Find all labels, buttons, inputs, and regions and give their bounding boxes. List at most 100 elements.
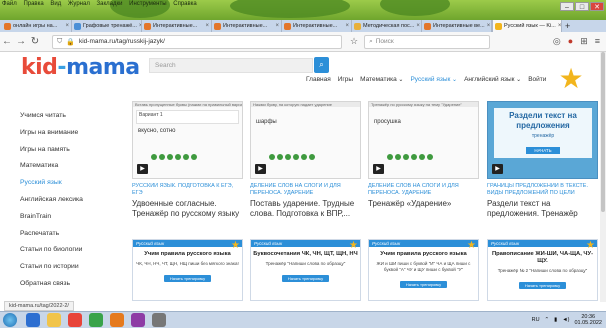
- sidebar-item[interactable]: Статьи по биологии: [20, 242, 116, 259]
- browser-search-field[interactable]: ⌕ Поиск: [364, 34, 491, 49]
- close-tab-icon[interactable]: ×: [275, 20, 279, 32]
- bookmark-star-icon[interactable]: ☆: [350, 36, 358, 47]
- exercise-card-preview[interactable]: Русский язык ★ Правописание ЖИ-ШИ, ЧА-ЩА…: [487, 239, 598, 301]
- menu-item[interactable]: Инструменты: [129, 1, 166, 7]
- nav-item-games[interactable]: Игры: [338, 76, 353, 83]
- exercise-card[interactable]: Вставь пропущенные буквы (нажми на прави…: [132, 101, 243, 219]
- browser-tab-active[interactable]: Русский язык — Ki... ×: [492, 20, 562, 32]
- start-training-button[interactable]: Начать тренировку: [281, 275, 330, 282]
- exercise-card-preview[interactable]: Русский язык ★ Учим правила русского язы…: [368, 239, 479, 301]
- play-icon[interactable]: ▶: [137, 164, 148, 174]
- menu-item[interactable]: Правка: [23, 1, 43, 7]
- minimize-button[interactable]: –: [560, 2, 574, 11]
- close-tab-icon[interactable]: ×: [487, 20, 491, 32]
- close-tab-icon[interactable]: ×: [65, 20, 69, 32]
- browser-tab[interactable]: Методическая пос... ×: [352, 20, 422, 32]
- start-training-button[interactable]: Начать тренировку: [163, 275, 212, 282]
- hamburger-menu-icon[interactable]: ≡: [595, 36, 600, 47]
- scrollbar-thumb[interactable]: [601, 52, 605, 212]
- star-icon[interactable]: ★: [558, 65, 584, 93]
- play-icon[interactable]: ▶: [373, 164, 384, 174]
- card-category[interactable]: ДЕЛЕНИЕ СЛОВ НА СЛОГИ И ДЛЯ ПЕРЕНОСА. УД…: [368, 183, 479, 197]
- sidebar-item[interactable]: Игры на внимание: [20, 125, 116, 142]
- start-button[interactable]: [3, 313, 17, 327]
- close-window-button[interactable]: ✕: [590, 2, 604, 11]
- sidebar-item[interactable]: Распечатать: [20, 226, 116, 243]
- menu-item[interactable]: Закладки: [97, 1, 123, 7]
- menu-item[interactable]: Вид: [50, 1, 61, 7]
- sidebar-item-active[interactable]: Русский язык: [20, 175, 116, 192]
- clock[interactable]: 20:36 01.05.2022: [574, 314, 602, 326]
- sidebar-item[interactable]: Английская лексика: [20, 192, 116, 209]
- language-indicator[interactable]: RU: [532, 317, 540, 323]
- page-scrollbar[interactable]: [600, 52, 606, 302]
- card-title[interactable]: Удвоенные согласные. Тренажёр по русском…: [132, 199, 243, 219]
- browser-tab[interactable]: Интерактивные... ×: [282, 20, 352, 32]
- menu-item[interactable]: Файл: [2, 1, 17, 7]
- chevron-up-icon[interactable]: ⌃: [545, 317, 550, 323]
- browser-tab[interactable]: Интерактивные... ×: [212, 20, 282, 32]
- browser-tab[interactable]: онлайн игры на... ×: [2, 20, 72, 32]
- nav-item-russian[interactable]: Русский язык: [410, 76, 457, 83]
- play-icon[interactable]: ▶: [492, 164, 503, 174]
- close-tab-icon[interactable]: ×: [345, 20, 349, 32]
- archive-icon[interactable]: [131, 313, 145, 327]
- ie-icon[interactable]: [26, 313, 40, 327]
- sidebar-item[interactable]: Математика: [20, 158, 116, 175]
- browser-tab[interactable]: Графовые тренажё...×: [72, 20, 142, 32]
- volume-icon[interactable]: ◄): [562, 317, 569, 323]
- maximize-button[interactable]: □: [575, 2, 589, 11]
- card-thumbnail[interactable]: Раздели текст на предложения тренажёр НА…: [487, 101, 598, 179]
- site-search-input[interactable]: Search: [149, 58, 313, 73]
- exercise-card[interactable]: Тренажёр по русскому языку на тему "Удар…: [368, 101, 479, 209]
- play-icon[interactable]: ▶: [255, 164, 266, 174]
- app-icon[interactable]: [152, 313, 166, 327]
- card-title[interactable]: Поставь ударение. Трудные слова. Подгото…: [250, 199, 361, 219]
- card-category[interactable]: ГРАНИЦЫ ПРЕДЛОЖЕНИЙ В ТЕКСТЕ. ВИДЫ ПРЕДЛ…: [487, 183, 598, 197]
- address-bar[interactable]: ⛉ 🔒 kid-mama.ru/tag/russkij-jazyk/: [52, 34, 342, 49]
- extensions-icon[interactable]: ⊞: [580, 36, 588, 47]
- nav-item-math[interactable]: Математика: [360, 76, 403, 83]
- folder-icon[interactable]: [47, 313, 61, 327]
- menu-item[interactable]: Журнал: [68, 1, 90, 7]
- exercise-card-preview[interactable]: Русский язык ★ Буквосочетания ЧК, ЧН, ЩТ…: [250, 239, 361, 301]
- back-arrow-icon[interactable]: ←: [0, 36, 14, 47]
- exercise-card[interactable]: Нажми букву, на которую падает ударение …: [250, 101, 361, 219]
- sidebar-item[interactable]: Обратная связь: [20, 276, 116, 293]
- card-thumbnail[interactable]: Вставь пропущенные буквы (нажми на прави…: [132, 101, 243, 179]
- forward-arrow-icon[interactable]: →: [14, 36, 28, 47]
- site-logo[interactable]: kid-mama: [21, 54, 140, 82]
- start-training-button[interactable]: Начать тренировку: [399, 281, 448, 288]
- account-icon[interactable]: ●: [568, 36, 573, 47]
- firefox-icon[interactable]: [110, 313, 124, 327]
- nav-item-english[interactable]: Английский язык: [464, 76, 521, 83]
- reload-icon[interactable]: ↻: [28, 36, 42, 47]
- network-icon[interactable]: ▮: [554, 317, 557, 323]
- nav-item-login[interactable]: Войти: [528, 76, 546, 83]
- close-tab-icon[interactable]: ×: [416, 20, 420, 32]
- card-category[interactable]: ДЕЛЕНИЕ СЛОВ НА СЛОГИ И ДЛЯ ПЕРЕНОСА. УД…: [250, 183, 361, 197]
- card-category[interactable]: РУССКИЙ ЯЗЫК. ПОДГОТОВКА К ЕГЭ, ЕГЭ: [132, 183, 243, 197]
- sidebar-item[interactable]: BrainTrain: [20, 209, 116, 226]
- exercise-card[interactable]: Раздели текст на предложения тренажёр НА…: [487, 101, 598, 219]
- card-thumbnail[interactable]: Тренажёр по русскому языку на тему "Удар…: [368, 101, 479, 179]
- menu-item[interactable]: Справка: [173, 1, 197, 7]
- card-title[interactable]: Раздели текст на предложения. Тренажёр: [487, 199, 598, 219]
- card-title[interactable]: Тренажёр «Ударение»: [368, 199, 479, 209]
- search-button[interactable]: ⌕: [314, 57, 329, 73]
- close-tab-icon[interactable]: ×: [558, 20, 561, 32]
- sidebar-item[interactable]: Учимся читать: [20, 108, 116, 125]
- sidebar-item[interactable]: Статьи по истории: [20, 259, 116, 276]
- exercise-card-preview[interactable]: Русский язык ★ Учим правила русского язы…: [132, 239, 243, 301]
- card-thumbnail[interactable]: Нажми букву, на которую падает ударение …: [250, 101, 361, 179]
- browser-tab[interactable]: Интерактивные... ×: [142, 20, 212, 32]
- close-tab-icon[interactable]: ×: [205, 20, 209, 32]
- new-tab-button[interactable]: +: [565, 20, 570, 32]
- sidebar-item[interactable]: Игры на память: [20, 142, 116, 159]
- start-training-button[interactable]: Начать тренировку: [518, 282, 567, 289]
- pocket-icon[interactable]: ◎: [553, 36, 561, 47]
- media-player-icon[interactable]: [68, 313, 82, 327]
- browser-tab[interactable]: Интерактивные ве... ×: [422, 20, 492, 32]
- nav-item-home[interactable]: Главная: [306, 76, 331, 83]
- chrome-icon[interactable]: [89, 313, 103, 327]
